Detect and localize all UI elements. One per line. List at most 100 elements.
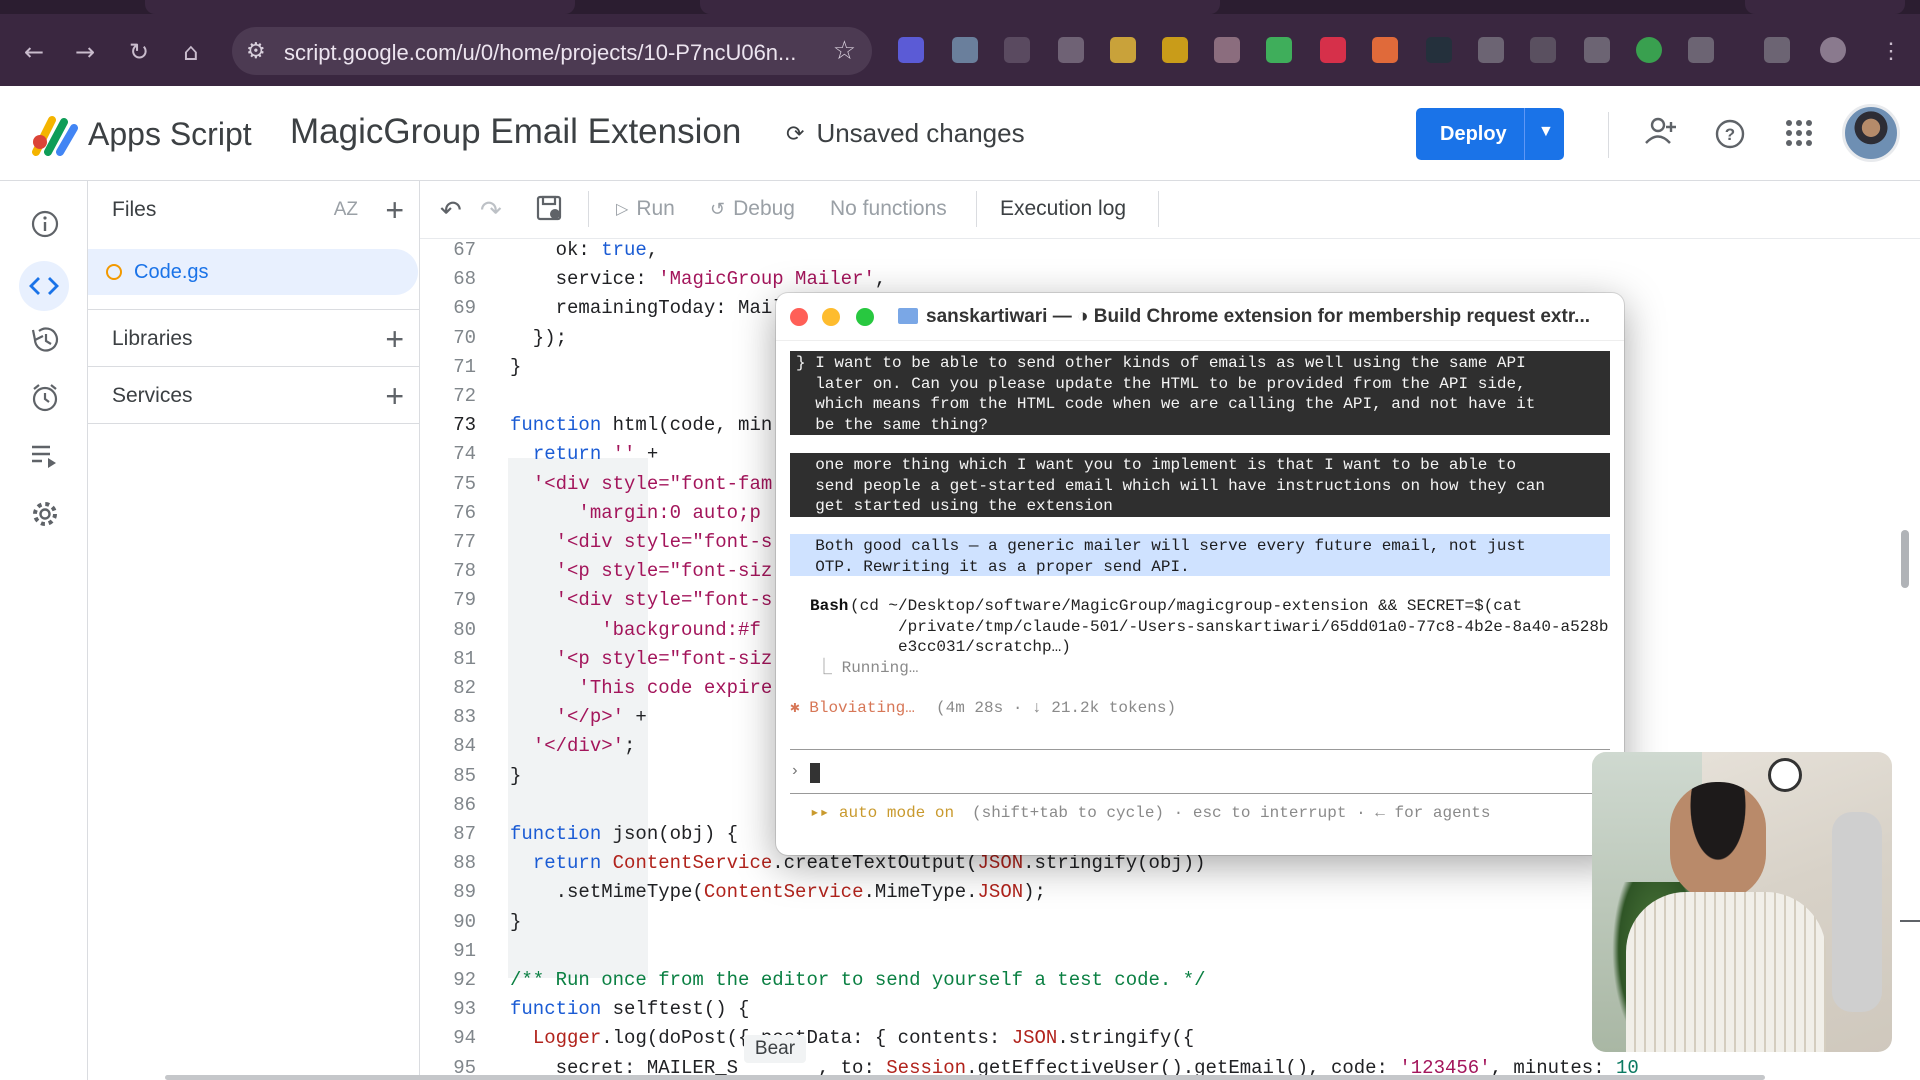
- extension-icon[interactable]: [1214, 37, 1240, 63]
- browser-tab[interactable]: [700, 0, 1220, 14]
- play-icon: ▷: [616, 201, 629, 218]
- code-line[interactable]: '<div style="font-fam: [510, 473, 772, 495]
- line-number: 77: [453, 531, 476, 553]
- code-line[interactable]: '<div style="font-s: [510, 589, 773, 611]
- user-message: } I want to be able to send other kinds …: [790, 351, 1610, 435]
- site-settings-icon[interactable]: ⚙: [246, 38, 266, 64]
- extension-icon[interactable]: [1636, 37, 1662, 63]
- code-line[interactable]: 'This code expire: [510, 677, 772, 699]
- extension-icon[interactable]: [1584, 37, 1610, 63]
- code-line[interactable]: function html(code, min: [510, 414, 772, 436]
- editor-icon[interactable]: [19, 261, 69, 311]
- code-line[interactable]: function selftest() {: [510, 998, 749, 1020]
- extension-icon[interactable]: [1530, 37, 1556, 63]
- app-name[interactable]: Apps Script: [88, 116, 252, 153]
- extension-icon[interactable]: [1110, 37, 1136, 63]
- code-line[interactable]: '<p style="font-siz: [510, 560, 773, 582]
- minimize-window-icon[interactable]: [822, 308, 840, 326]
- reading-list-icon[interactable]: [1764, 37, 1790, 63]
- token-counter: (4m 28s · ↓ 21.2k tokens): [936, 699, 1177, 717]
- profile-icon[interactable]: [1820, 37, 1846, 63]
- redo-icon[interactable]: ↷: [480, 195, 502, 226]
- code-line[interactable]: });: [510, 327, 567, 349]
- terminal-window[interactable]: sanskartiwari — ◑ Build Chrome extension…: [776, 293, 1624, 855]
- header-divider: [1608, 112, 1609, 158]
- code-line[interactable]: '</p>' +: [510, 706, 647, 728]
- home-icon[interactable]: ⌂: [174, 35, 208, 69]
- code-line[interactable]: }: [510, 765, 521, 787]
- sync-icon: ⟳: [786, 120, 805, 146]
- code-line[interactable]: '<p style="font-siz: [510, 648, 773, 670]
- sort-az-icon[interactable]: AZ: [334, 199, 358, 221]
- save-icon[interactable]: [536, 195, 564, 223]
- input-border-top: [790, 749, 1610, 750]
- add-service-icon[interactable]: +: [385, 378, 404, 415]
- code-line[interactable]: function json(obj) {: [510, 823, 738, 845]
- forward-icon[interactable]: →: [68, 35, 102, 69]
- run-button[interactable]: ▷ Run: [616, 197, 675, 221]
- code-line[interactable]: /** Run once from the editor to send you…: [510, 969, 1206, 991]
- code-line[interactable]: return '' +: [510, 443, 658, 465]
- code-line[interactable]: 'margin:0 auto;p: [510, 502, 760, 524]
- auto-mode-indicator: ▸▸ auto mode on: [810, 804, 955, 822]
- code-line[interactable]: '<div style="font-s: [510, 531, 773, 553]
- executions-icon[interactable]: [24, 435, 66, 477]
- address-bar[interactable]: ⚙ script.google.com/u/0/home/projects/10…: [232, 27, 872, 75]
- code-line[interactable]: '</div>';: [510, 735, 636, 757]
- extension-icon[interactable]: [952, 37, 978, 63]
- browser-tab[interactable]: [145, 0, 575, 14]
- history-icon[interactable]: [24, 319, 66, 361]
- function-select[interactable]: No functions: [830, 197, 947, 221]
- code-line[interactable]: .setMimeType(ContentService.MimeType.JSO…: [510, 881, 1046, 903]
- extension-icon[interactable]: [1162, 37, 1188, 63]
- overview-icon[interactable]: [24, 203, 66, 245]
- extension-icon[interactable]: [1372, 37, 1398, 63]
- triggers-clock-icon[interactable]: [24, 377, 66, 419]
- code-line[interactable]: }: [510, 356, 521, 378]
- help-icon[interactable]: ?: [1714, 118, 1746, 150]
- deploy-button[interactable]: Deploy ▼: [1416, 108, 1564, 160]
- horizontal-scrollbar[interactable]: [165, 1075, 1765, 1080]
- project-title[interactable]: MagicGroup Email Extension: [290, 112, 741, 152]
- terminal-titlebar[interactable]: sanskartiwari — ◑ Build Chrome extension…: [776, 293, 1624, 341]
- vertical-scrollbar[interactable]: [1901, 530, 1909, 588]
- add-file-icon[interactable]: +: [385, 192, 404, 229]
- share-icon[interactable]: [1644, 116, 1678, 146]
- extension-icon[interactable]: [1426, 37, 1452, 63]
- files-title: Files: [112, 198, 157, 221]
- menu-dots-icon[interactable]: ⋮: [1880, 38, 1902, 64]
- text-cursor[interactable]: [810, 763, 820, 783]
- extension-icon[interactable]: [1058, 37, 1084, 63]
- puzzle-icon[interactable]: [1688, 37, 1714, 63]
- reload-icon[interactable]: ↻: [122, 35, 156, 69]
- extension-icon[interactable]: [1320, 37, 1346, 63]
- extension-icon[interactable]: [1004, 37, 1030, 63]
- code-line[interactable]: Logger.log(doPost({ postData: { contents…: [510, 1027, 1194, 1049]
- code-line[interactable]: return ContentService.createTextOutput(J…: [510, 852, 1206, 874]
- close-window-icon[interactable]: [790, 308, 808, 326]
- chevron-down-icon[interactable]: ▼: [1538, 123, 1554, 141]
- account-avatar[interactable]: [1842, 104, 1900, 162]
- debug-button[interactable]: ↺ Debug: [710, 197, 795, 221]
- code-line[interactable]: }: [510, 911, 521, 933]
- apps-grid-icon[interactable]: [1786, 120, 1812, 146]
- extension-icon[interactable]: [1266, 37, 1292, 63]
- file-item-code-gs[interactable]: Code.gs: [88, 249, 418, 295]
- code-line[interactable]: ok: true,: [510, 239, 659, 261]
- line-number: 74: [453, 443, 476, 466]
- code-line[interactable]: remainingToday: Mail: [510, 297, 784, 319]
- browser-tab[interactable]: [1745, 0, 1905, 14]
- undo-icon[interactable]: ↶: [440, 195, 462, 226]
- terminal-title: sanskartiwari — ◑ Build Chrome extension…: [926, 306, 1590, 327]
- code-line[interactable]: service: 'MagicGroup Mailer',: [510, 268, 887, 290]
- back-icon[interactable]: ←: [17, 35, 51, 69]
- add-library-icon[interactable]: +: [385, 321, 404, 358]
- execution-log-button[interactable]: Execution log: [1000, 197, 1126, 221]
- extension-icon[interactable]: [1478, 37, 1504, 63]
- extension-icon[interactable]: [898, 37, 924, 63]
- settings-gear-icon[interactable]: [24, 493, 66, 535]
- maximize-window-icon[interactable]: [856, 308, 874, 326]
- code-line[interactable]: 'background:#f: [510, 619, 761, 641]
- bookmark-star-icon[interactable]: ☆: [833, 35, 856, 66]
- libraries-title: Libraries: [112, 327, 193, 350]
